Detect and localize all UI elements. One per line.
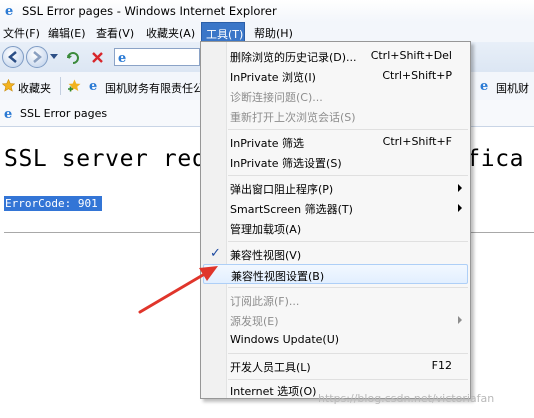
menu-item-label: 源发现(E) bbox=[230, 315, 279, 328]
menu-item-delete-history[interactable]: 删除浏览的历史记录(D)... Ctrl+Shift+Del bbox=[203, 46, 468, 66]
menu-bar: 文件(F) 编辑(E) 查看(V) 收藏夹(A) 帮助(H) bbox=[0, 22, 534, 43]
menu-item-compatibility-view[interactable]: ✓ 兼容性视图(V) bbox=[203, 244, 468, 264]
svg-text:e: e bbox=[89, 79, 97, 92]
svg-text:e: e bbox=[480, 79, 488, 92]
menu-item-label: InPrivate 筛选 bbox=[230, 137, 305, 150]
svg-text:e: e bbox=[118, 51, 126, 64]
menu-item-inprivate-browsing[interactable]: InPrivate 浏览(I) Ctrl+Shift+P bbox=[203, 66, 468, 86]
history-dropdown-icon[interactable] bbox=[50, 54, 58, 60]
favorite-link-icon: e bbox=[89, 79, 97, 92]
menu-item-developer-tools[interactable]: 开发人员工具(L) F12 bbox=[203, 356, 468, 376]
menu-separator bbox=[228, 287, 468, 288]
svg-text:e: e bbox=[5, 4, 13, 17]
submenu-arrow-icon bbox=[458, 204, 462, 212]
menu-item-diagnose-connection[interactable]: 诊断连接问题(C)... bbox=[203, 86, 468, 106]
menu-item-label: 弹出窗口阻止程序(P) bbox=[230, 183, 334, 196]
menu-separator bbox=[228, 353, 468, 354]
menu-item-label: SmartScreen 筛选器(T) bbox=[230, 203, 353, 216]
menu-separator bbox=[228, 241, 468, 242]
menu-item-label: 兼容性视图(V) bbox=[230, 249, 302, 262]
menu-item-shortcut: Ctrl+Shift+P bbox=[382, 69, 452, 82]
window-title: SSL Error pages - Windows Internet Explo… bbox=[22, 4, 277, 18]
menu-item-smartscreen-filter[interactable]: SmartScreen 筛选器(T) bbox=[203, 198, 468, 218]
menu-item-subscribe-feed[interactable]: 订阅此源(F)... bbox=[203, 290, 468, 310]
refresh-icon[interactable] bbox=[66, 51, 80, 65]
menu-item-label: 删除浏览的历史记录(D)... bbox=[230, 51, 357, 64]
menu-item-compatibility-view-settings[interactable]: 兼容性视图设置(B) bbox=[203, 264, 468, 284]
stop-icon[interactable] bbox=[92, 52, 103, 63]
menu-item-windows-update[interactable]: Windows Update(U) bbox=[203, 330, 468, 350]
back-arrow-icon bbox=[8, 51, 17, 63]
menu-item-label: InPrivate 浏览(I) bbox=[230, 71, 316, 84]
address-bar[interactable]: e bbox=[114, 48, 200, 66]
menu-item-label: 订阅此源(F)... bbox=[230, 295, 300, 308]
menu-item-label: 管理加载项(A) bbox=[230, 223, 302, 236]
forward-button[interactable] bbox=[26, 46, 48, 68]
menu-item-manage-addons[interactable]: 管理加载项(A) bbox=[203, 218, 468, 238]
menu-favorites[interactable]: 收藏夹(A) bbox=[146, 25, 195, 41]
page-icon: e bbox=[118, 51, 126, 64]
favorites-star-icon bbox=[2, 79, 15, 92]
menu-help[interactable]: 帮助(H) bbox=[254, 25, 293, 41]
menu-item-label: 诊断连接问题(C)... bbox=[230, 91, 323, 104]
menu-view[interactable]: 查看(V) bbox=[96, 25, 134, 41]
error-code-text: ErrorCode: 901 bbox=[4, 196, 102, 211]
favorites-button[interactable]: 收藏夹 bbox=[18, 80, 51, 96]
menu-tools[interactable]: 工具(T) bbox=[201, 22, 245, 42]
menu-item-label: 开发人员工具(L) bbox=[230, 361, 311, 374]
menu-separator bbox=[228, 175, 468, 176]
add-favorite-icon[interactable] bbox=[68, 79, 81, 92]
submenu-arrow-icon bbox=[458, 184, 462, 192]
checkmark-icon: ✓ bbox=[210, 246, 221, 261]
favorites-divider bbox=[60, 77, 61, 95]
menu-item-shortcut: Ctrl+Shift+Del bbox=[370, 49, 452, 62]
menu-item-label: 重新打开上次浏览会话(S) bbox=[230, 111, 356, 124]
watermark: https://blog.csdn.net/victoriafan bbox=[318, 392, 495, 405]
back-button[interactable] bbox=[2, 46, 24, 68]
favorite-link-1[interactable]: 国机财务有限责任公 bbox=[105, 80, 200, 96]
menu-item-reopen-session[interactable]: 重新打开上次浏览会话(S) bbox=[203, 106, 468, 126]
favorite-link-icon: e bbox=[480, 79, 488, 92]
submenu-arrow-icon bbox=[458, 316, 462, 324]
menu-item-shortcut: F12 bbox=[431, 359, 452, 372]
menu-item-inprivate-filtering[interactable]: InPrivate 筛选 Ctrl+Shift+F bbox=[203, 132, 468, 152]
title-bar: e SSL Error pages - Windows Internet Exp… bbox=[0, 0, 534, 22]
menu-separator bbox=[228, 129, 468, 130]
menu-item-label: Internet 选项(O) bbox=[230, 385, 317, 398]
tab-page-icon: e bbox=[4, 107, 12, 120]
menu-item-shortcut: Ctrl+Shift+F bbox=[382, 135, 452, 148]
menu-item-label: Windows Update(U) bbox=[230, 333, 340, 346]
tab-ssl-error-pages[interactable]: SSL Error pages bbox=[20, 107, 107, 120]
favorite-link-2[interactable]: 国机财 bbox=[496, 80, 529, 96]
forward-arrow-icon bbox=[33, 51, 42, 63]
menu-item-inprivate-filter-settings[interactable]: InPrivate 筛选设置(S) bbox=[203, 152, 468, 172]
tools-dropdown-menu: 删除浏览的历史记录(D)... Ctrl+Shift+Del InPrivate… bbox=[200, 41, 471, 399]
menu-item-popup-blocker[interactable]: 弹出窗口阻止程序(P) bbox=[203, 178, 468, 198]
menu-item-label: InPrivate 筛选设置(S) bbox=[230, 157, 342, 170]
menu-item-feed-discovery[interactable]: 源发现(E) bbox=[203, 310, 468, 330]
menu-edit[interactable]: 编辑(E) bbox=[48, 25, 86, 41]
svg-text:e: e bbox=[4, 107, 12, 120]
menu-item-label: 兼容性视图设置(B) bbox=[231, 270, 325, 283]
menu-file[interactable]: 文件(F) bbox=[3, 25, 40, 41]
ie-logo-icon: e bbox=[5, 4, 13, 17]
menu-tools-label: 工具(T) bbox=[206, 28, 244, 41]
